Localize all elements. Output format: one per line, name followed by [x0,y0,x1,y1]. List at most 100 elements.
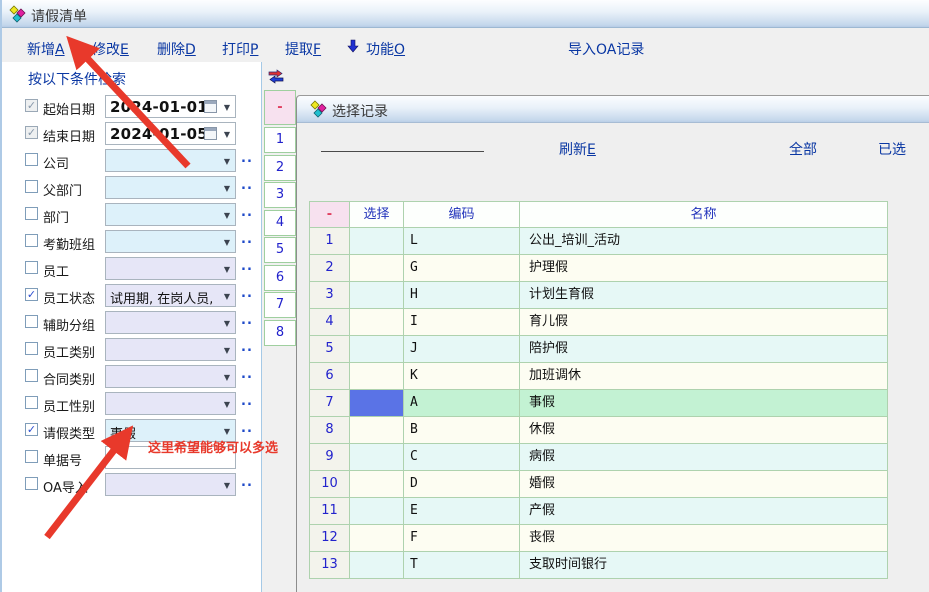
strip-cell-6[interactable]: 6 [264,265,296,291]
dept-checkbox[interactable] [25,207,38,220]
table-row[interactable]: 8B休假 [310,417,888,444]
employee-category-checkbox[interactable] [25,342,38,355]
column-header-1[interactable]: 选择 [350,202,404,228]
contract-category-checkbox[interactable] [25,369,38,382]
select-cell[interactable] [350,498,404,525]
employee-gender-checkbox[interactable] [25,396,38,409]
employee-dropdown[interactable] [105,257,236,280]
column-header-2[interactable]: 编码 [404,202,520,228]
selected-button[interactable]: 已选 [878,139,906,159]
strip-header-cell[interactable]: - [264,90,296,125]
oa-import-more-button[interactable]: .. [241,475,253,490]
dept-more-button[interactable]: .. [241,205,253,220]
aux-group-checkbox[interactable] [25,315,38,328]
swap-arrows-icon[interactable] [266,69,286,84]
parent-dept-more-button[interactable]: .. [241,178,253,193]
parent-dept-checkbox[interactable] [25,180,38,193]
oa-import-dropdown[interactable] [105,473,236,496]
table-row[interactable]: 11E产假 [310,498,888,525]
column-header-0[interactable]: - [310,202,350,228]
employee-checkbox[interactable] [25,261,38,274]
employee-status-checkbox[interactable] [25,288,38,301]
calendar-icon[interactable] [204,100,217,113]
oa-import-checkbox[interactable] [25,477,38,490]
table-row[interactable]: 13T支取时间银行 [310,552,888,579]
table-row[interactable]: 6K加班调休 [310,363,888,390]
toolbar-button-0[interactable]: 新增A [27,39,65,59]
select-cell[interactable] [350,552,404,579]
strip-cell-2[interactable]: 2 [264,155,296,181]
strip-cell-7[interactable]: 7 [264,292,296,318]
select-cell[interactable] [350,471,404,498]
toolbar-button-2[interactable]: 删除D [157,39,196,59]
table-row[interactable]: 2G护理假 [310,255,888,282]
toolbar-button-4[interactable]: 提取F [285,39,321,59]
contract-category-more-button[interactable]: .. [241,367,253,382]
employee-status-dropdown[interactable]: 试用期, 在岗人员, 已 [105,284,236,307]
strip-cell-8[interactable]: 8 [264,320,296,346]
toolbar-button-5[interactable]: 功能O [366,39,405,59]
attendance-group-dropdown[interactable] [105,230,236,253]
filter-row-employee-category: 员工类别.. [0,338,262,362]
import-oa-button[interactable]: 导入OA记录 [568,39,644,59]
strip-cell-4[interactable]: 4 [264,210,296,236]
company-more-button[interactable]: .. [241,151,253,166]
dept-dropdown[interactable] [105,203,236,226]
name-cell: 加班调休 [520,363,888,390]
all-button[interactable]: 全部 [789,139,817,159]
toolbar-button-3[interactable]: 打印P [222,39,258,59]
company-checkbox[interactable] [25,153,38,166]
row-number-cell: 8 [310,417,350,444]
table-row[interactable]: 9C病假 [310,444,888,471]
strip-cell-1[interactable]: 1 [264,127,296,153]
attendance-group-more-button[interactable]: .. [241,232,253,247]
select-cell[interactable] [350,363,404,390]
table-row[interactable]: 12F丧假 [310,525,888,552]
strip-cell-5[interactable]: 5 [264,237,296,263]
leave-type-more-button[interactable]: .. [241,421,253,436]
calendar-icon[interactable] [204,127,217,140]
end-date-checkbox[interactable] [25,126,38,139]
end-date-date-field[interactable]: 2024-01-05 [105,122,236,145]
table-row[interactable]: 3H计划生育假 [310,282,888,309]
parent-dept-dropdown[interactable] [105,176,236,199]
company-dropdown[interactable] [105,149,236,172]
table-row[interactable]: 10D婚假 [310,471,888,498]
table-row[interactable]: 5J陪护假 [310,336,888,363]
start-date-checkbox[interactable] [25,99,38,112]
select-cell[interactable] [350,336,404,363]
refresh-button[interactable]: 刷新E [559,139,596,159]
toolbar-button-1[interactable]: 修改E [92,39,129,59]
column-header-3[interactable]: 名称 [520,202,888,228]
aux-group-dropdown[interactable] [105,311,236,334]
table-row[interactable]: 7A事假 [310,390,888,417]
select-cell[interactable] [350,282,404,309]
select-cell[interactable] [350,525,404,552]
strip-cell-3[interactable]: 3 [264,182,296,208]
employee-gender-more-button[interactable]: .. [241,394,253,409]
employee-category-dropdown[interactable] [105,338,236,361]
employee-gender-dropdown[interactable] [105,392,236,415]
search-input[interactable] [321,129,484,152]
select-cell[interactable] [350,309,404,336]
contract-category-dropdown[interactable] [105,365,236,388]
table-row[interactable]: 4I育儿假 [310,309,888,336]
employee-category-more-button[interactable]: .. [241,340,253,355]
filter-row-contract-category: 合同类别.. [0,365,262,389]
select-cell-selected[interactable] [350,390,404,417]
aux-group-more-button[interactable]: .. [241,313,253,328]
leave-type-checkbox[interactable] [25,423,38,436]
employee-status-more-button[interactable]: .. [241,286,253,301]
start-date-date-field[interactable]: 2024-01-01 [105,95,236,118]
select-cell[interactable] [350,228,404,255]
name-cell: 计划生育假 [520,282,888,309]
employee-more-button[interactable]: .. [241,259,253,274]
doc-no-checkbox[interactable] [25,450,38,463]
dept-label: 部门 [43,207,69,226]
select-cell[interactable] [350,417,404,444]
select-cell[interactable] [350,444,404,471]
table-row[interactable]: 1L公出_培训_活动 [310,228,888,255]
select-cell[interactable] [350,255,404,282]
row-number-cell: 12 [310,525,350,552]
attendance-group-checkbox[interactable] [25,234,38,247]
